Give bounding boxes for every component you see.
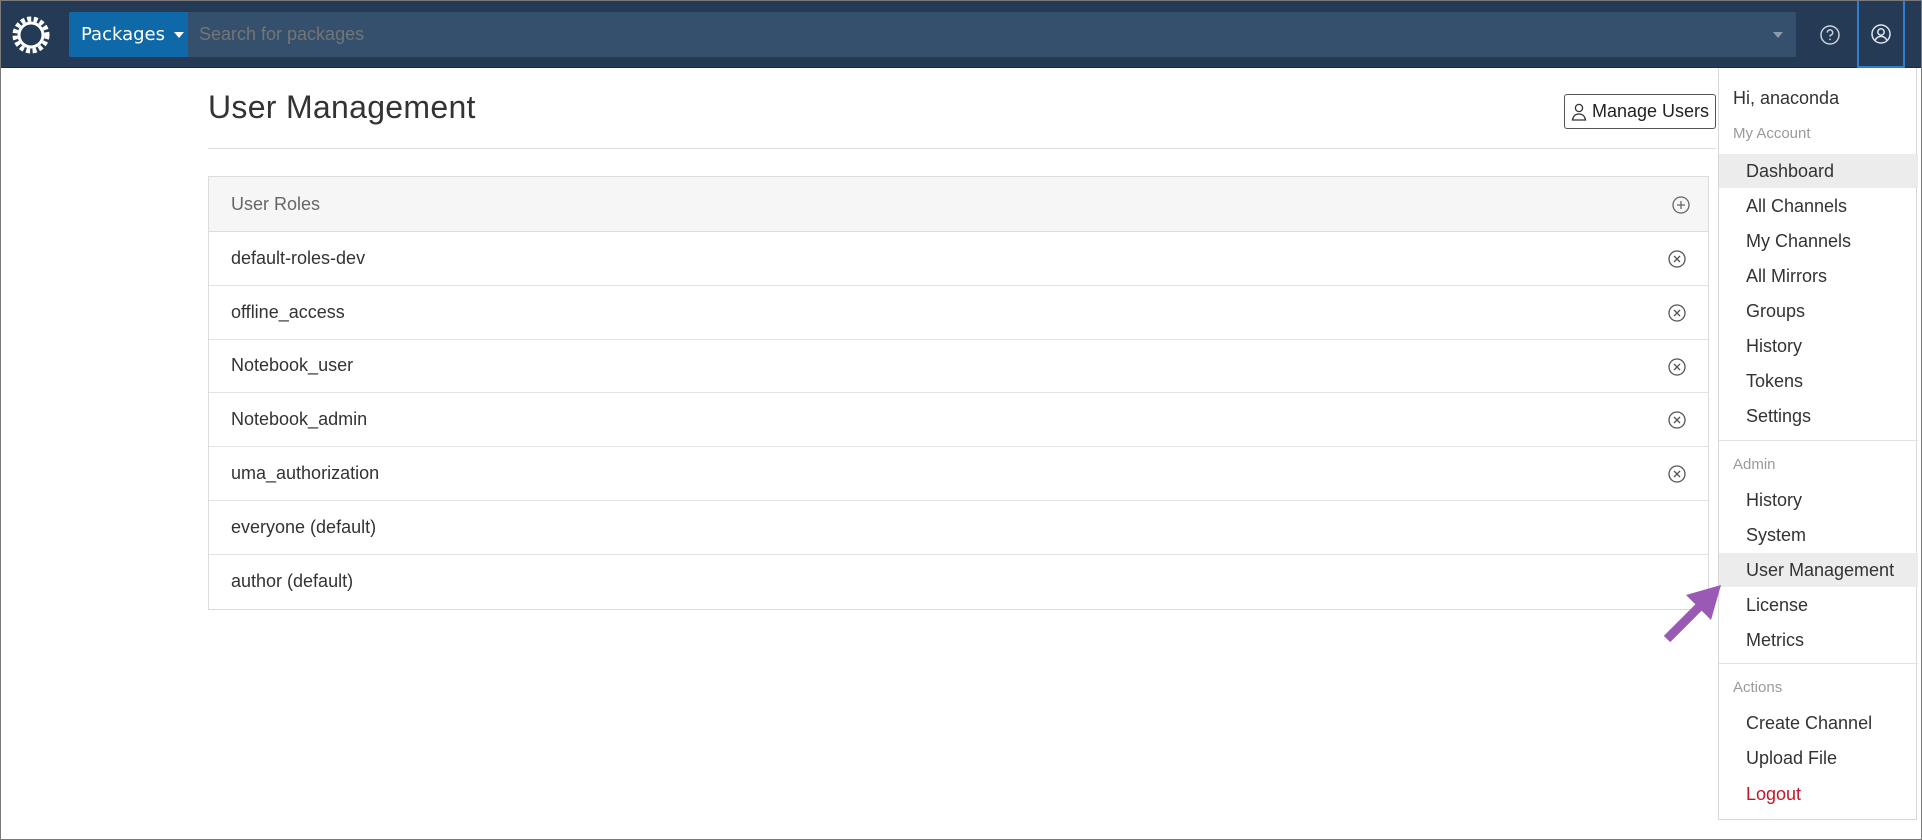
menu-item-tokens[interactable]: Tokens <box>1719 364 1918 398</box>
user-dropdown-menu: Hi, anaconda My Account Dashboard All Cha… <box>1718 68 1918 820</box>
role-name: Notebook_user <box>231 355 354 376</box>
role-row: uma_authorization <box>209 447 1708 501</box>
callout-arrow-icon <box>1663 585 1721 643</box>
person-icon <box>1571 103 1587 121</box>
menu-section-actions: Actions <box>1733 679 1783 696</box>
manage-users-label: Manage Users <box>1591 101 1710 121</box>
user-circle-icon <box>1871 23 1891 44</box>
user-roles-heading: User Roles <box>231 193 321 214</box>
role-row: everyone (default) <box>209 501 1708 555</box>
title-divider <box>208 148 1716 149</box>
plus-circle-icon[interactable] <box>1671 195 1691 215</box>
menu-item-dashboard[interactable]: Dashboard <box>1719 154 1918 188</box>
caret-down-icon <box>174 31 184 38</box>
menu-greeting: Hi, anaconda <box>1733 88 1840 108</box>
menu-divider <box>1719 663 1918 664</box>
roles-list: default-roles-dev offline_access Notebook_… <box>209 232 1708 609</box>
search-input[interactable] <box>188 12 1796 57</box>
user-roles-panel: User Roles default-roles-dev offline_acce… <box>208 176 1709 610</box>
role-name: default-roles-dev <box>231 247 366 268</box>
manage-users-button[interactable]: Manage Users <box>1564 94 1716 129</box>
menu-item-my-channels[interactable]: My Channels <box>1719 224 1918 258</box>
role-row: author (default) <box>209 555 1708 609</box>
menu-item-history[interactable]: History <box>1719 329 1918 363</box>
user-roles-header: User Roles <box>209 177 1708 232</box>
menu-item-settings[interactable]: Settings <box>1719 399 1918 433</box>
x-circle-icon[interactable] <box>1667 303 1687 323</box>
role-name: author (default) <box>231 571 354 592</box>
menu-item-license[interactable]: License <box>1719 588 1918 622</box>
menu-item-user-management[interactable]: User Management <box>1719 553 1918 587</box>
role-row: Notebook_admin <box>209 393 1708 448</box>
x-circle-icon[interactable] <box>1667 357 1687 377</box>
menu-item-groups[interactable]: Groups <box>1719 294 1918 328</box>
packages-dropdown-button[interactable]: Packages <box>69 12 188 57</box>
x-circle-icon[interactable] <box>1667 249 1687 269</box>
menu-item-upload-file[interactable]: Upload File <box>1719 742 1918 776</box>
x-circle-icon[interactable] <box>1667 464 1687 484</box>
menu-item-all-channels[interactable]: All Channels <box>1719 189 1918 223</box>
menu-item-create-channel[interactable]: Create Channel <box>1719 706 1918 740</box>
page-title: User Management <box>208 89 476 125</box>
anaconda-logo-icon[interactable] <box>11 15 51 55</box>
menu-item-history[interactable]: History <box>1719 483 1918 517</box>
menu-divider <box>1719 440 1918 441</box>
packages-label: Packages <box>81 24 165 45</box>
search-caret-down-icon[interactable] <box>1773 32 1783 38</box>
menu-item-system[interactable]: System <box>1719 518 1918 552</box>
role-row: Notebook_user <box>209 340 1708 394</box>
x-circle-icon[interactable] <box>1667 410 1687 430</box>
role-row: offline_access <box>209 286 1708 340</box>
menu-item-metrics[interactable]: Metrics <box>1719 623 1918 657</box>
role-name: offline_access <box>231 301 345 322</box>
help-icon[interactable] <box>1819 24 1841 46</box>
menu-item-all-mirrors[interactable]: All Mirrors <box>1719 259 1918 293</box>
top-navbar: Packages <box>1 1 1921 68</box>
role-name: everyone (default) <box>231 516 377 537</box>
role-row: default-roles-dev <box>209 232 1708 286</box>
menu-item-logout[interactable]: Logout <box>1719 777 1918 811</box>
role-name: Notebook_admin <box>231 409 368 430</box>
menu-section-admin: Admin <box>1733 456 1776 473</box>
role-name: uma_authorization <box>231 463 380 484</box>
user-menu-button[interactable] <box>1857 1 1905 68</box>
menu-section-my-account: My Account <box>1733 125 1811 142</box>
